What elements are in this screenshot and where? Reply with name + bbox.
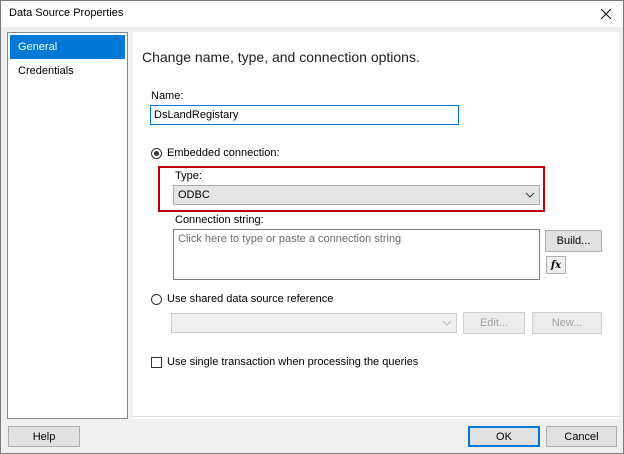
cancel-button[interactable]: Cancel <box>546 426 617 447</box>
name-input-value: DsLandRegistary <box>154 109 239 121</box>
embedded-connection-radio[interactable] <box>151 148 162 159</box>
connection-string-placeholder: Click here to type or paste a connection… <box>178 233 402 245</box>
type-dropdown-value: ODBC <box>178 189 210 201</box>
single-transaction-checkbox[interactable] <box>151 357 162 368</box>
cancel-button-label: Cancel <box>564 430 599 443</box>
window-title: Data Source Properties <box>9 7 124 19</box>
help-button-label: Help <box>32 430 56 443</box>
connection-string-label: Connection string: <box>175 214 264 226</box>
ok-button-label: OK <box>496 430 512 443</box>
chevron-down-icon <box>442 320 452 326</box>
sidebar-item-general[interactable]: General <box>10 35 125 59</box>
shared-source-radio[interactable] <box>151 294 162 305</box>
type-label: Type: <box>175 170 202 182</box>
fx-icon: fx <box>550 259 562 271</box>
divider <box>133 416 619 417</box>
shared-source-dropdown[interactable] <box>171 313 457 333</box>
shared-source-label: Use shared data source reference <box>167 293 334 305</box>
connection-string-input[interactable]: Click here to type or paste a connection… <box>173 229 540 280</box>
expression-button[interactable]: fx <box>546 256 566 274</box>
embedded-connection-label: Embedded connection: <box>167 147 280 159</box>
sidebar: General Credentials <box>7 32 128 419</box>
close-button[interactable] <box>589 1 623 27</box>
title-bar: Data Source Properties <box>1 1 623 27</box>
name-input[interactable]: DsLandRegistary <box>150 105 459 125</box>
sidebar-item-label: General <box>18 41 58 53</box>
sidebar-item-credentials[interactable]: Credentials <box>10 59 125 83</box>
edit-button[interactable]: Edit... <box>463 312 525 334</box>
sidebar-item-label: Credentials <box>18 65 74 77</box>
ok-button[interactable]: OK <box>468 426 540 447</box>
build-button[interactable]: Build... <box>545 230 602 252</box>
new-button[interactable]: New... <box>532 312 602 334</box>
new-button-label: New... <box>551 317 583 329</box>
build-button-label: Build... <box>556 235 591 247</box>
data-source-properties-dialog: Data Source Properties General Credentia… <box>0 0 624 454</box>
single-transaction-label: Use single transaction when processing t… <box>167 356 419 368</box>
help-button[interactable]: Help <box>8 426 80 447</box>
page-heading: Change name, type, and connection option… <box>142 49 420 65</box>
name-label: Name: <box>151 90 184 102</box>
type-dropdown[interactable]: ODBC <box>173 185 540 205</box>
edit-button-label: Edit... <box>479 317 509 329</box>
close-icon <box>601 9 611 19</box>
chevron-down-icon <box>525 192 535 198</box>
